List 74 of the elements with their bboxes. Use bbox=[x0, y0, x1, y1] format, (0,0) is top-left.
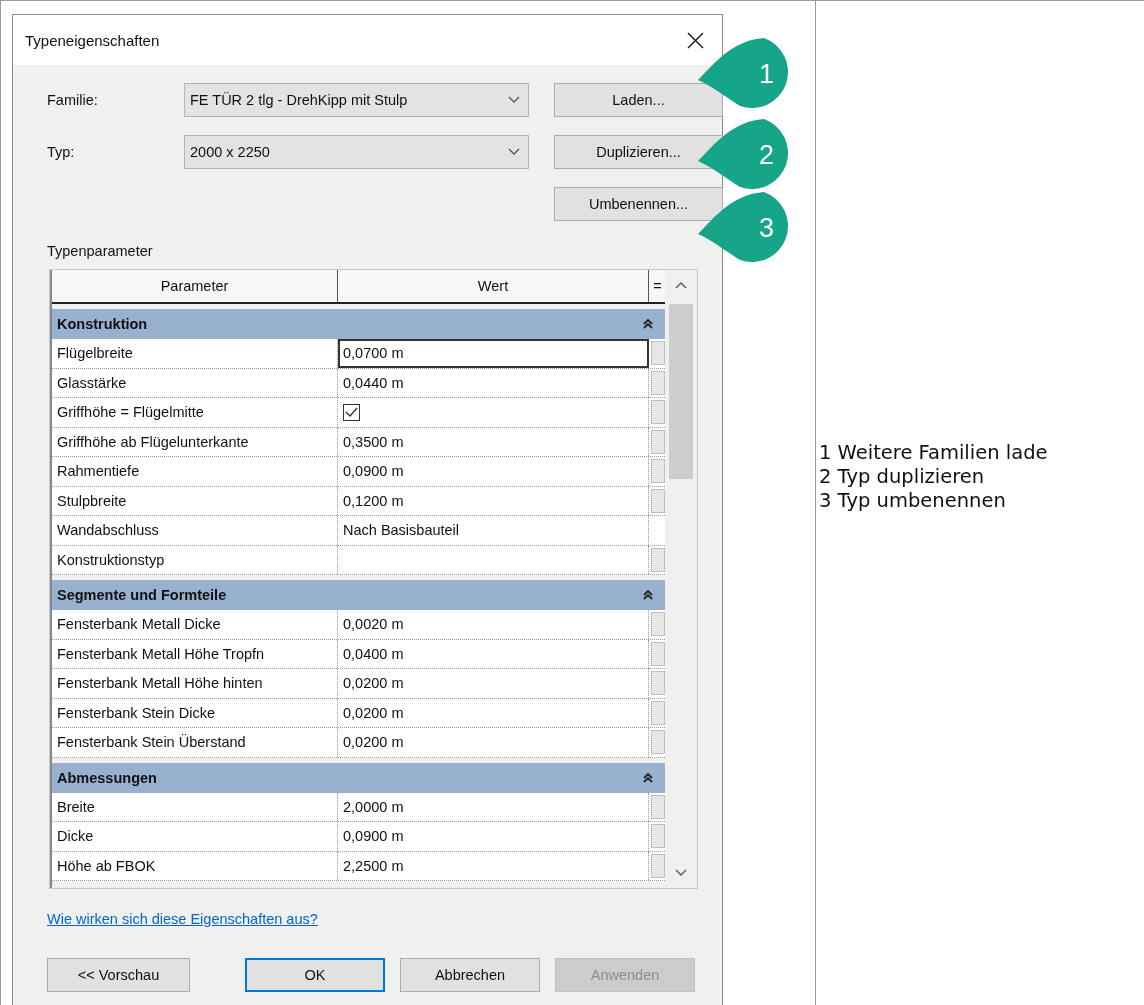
value-cell: 0,0900 m bbox=[338, 822, 649, 851]
value-cell: 2,0000 m bbox=[338, 792, 649, 821]
parameter-cell: Höhe ab FBOK bbox=[52, 851, 338, 880]
parameter-cell: Fensterbank Metall Höhe hinten bbox=[52, 669, 338, 698]
value-cell: 0,0020 m bbox=[338, 610, 649, 639]
column-header[interactable]: Wert bbox=[338, 270, 649, 302]
parameter-cell: Fensterbank Metall Höhe Tropfn bbox=[52, 639, 338, 668]
value-cell: 0,0900 m bbox=[338, 457, 649, 486]
parameter-cell: Fensterbank Stein Dicke bbox=[52, 698, 338, 727]
value-field[interactable]: 0,0700 m bbox=[338, 339, 649, 368]
action-button[interactable]: Laden... bbox=[554, 83, 723, 117]
value-cell: 0,1200 m bbox=[338, 486, 649, 515]
scroll-thumb[interactable] bbox=[669, 304, 693, 479]
field-label: Familie: bbox=[47, 92, 99, 108]
parameter-cell: Dicke bbox=[52, 822, 338, 851]
parameter-link-button[interactable] bbox=[651, 459, 665, 484]
note-text: 3 Typ umbenennen bbox=[819, 489, 1007, 513]
parameter-link-button[interactable] bbox=[651, 824, 665, 849]
parameter-cell: Breite bbox=[52, 792, 338, 821]
group-header[interactable]: Segmente und Formteile bbox=[52, 580, 665, 610]
action-button[interactable]: Umbenennen... bbox=[554, 187, 723, 221]
collapse-icon[interactable] bbox=[643, 771, 653, 784]
parameter-cell: Glasstärke bbox=[52, 368, 338, 397]
window-title: Typeneigenschaften bbox=[25, 31, 160, 49]
parameter-cell: Stulpbreite bbox=[52, 486, 338, 515]
parameter-link-button[interactable] bbox=[651, 429, 665, 454]
parameter-link-button[interactable] bbox=[651, 341, 665, 366]
action-button[interactable]: Duplizieren... bbox=[554, 135, 723, 169]
value-cell: 0,0440 m bbox=[338, 368, 649, 397]
parameter-link-button[interactable] bbox=[651, 671, 665, 696]
dialog-button[interactable]: OK bbox=[245, 958, 385, 992]
value-cell: 0,0200 m bbox=[338, 698, 649, 727]
parameter-link-button[interactable] bbox=[651, 700, 665, 725]
help-link[interactable]: Wie wirken sich diese Eigenschaften aus? bbox=[47, 911, 318, 927]
parameter-cell: Griffhöhe = Flügelmitte bbox=[52, 398, 338, 427]
group-header[interactable]: Konstruktion bbox=[52, 309, 665, 339]
parameter-cell: Fensterbank Metall Dicke bbox=[52, 610, 338, 639]
parameter-link-button[interactable] bbox=[651, 612, 665, 637]
parameter-link-button[interactable] bbox=[651, 400, 665, 425]
parameter-cell: Rahmentiefe bbox=[52, 457, 338, 486]
field-label: Typ: bbox=[47, 144, 76, 160]
parameter-cell: Konstruktionstyp bbox=[52, 545, 338, 574]
parameter-cell: Fensterbank Stein Überstand bbox=[52, 728, 338, 757]
dropdown-field[interactable]: FE TÜR 2 tlg - DrehKipp mit Stulp bbox=[184, 83, 529, 117]
parameter-link-button[interactable] bbox=[651, 641, 665, 666]
parameter-cell: Wandabschluss bbox=[52, 516, 338, 545]
note-text: 2 Typ duplizieren bbox=[819, 465, 986, 489]
close-icon bbox=[686, 31, 704, 49]
parameter-link-button[interactable] bbox=[651, 488, 665, 513]
column-header[interactable]: Parameter bbox=[52, 270, 338, 302]
value-cell: 0,3500 m bbox=[338, 427, 649, 456]
value-cell: 2,2500 m bbox=[338, 851, 649, 880]
parameter-link-button[interactable] bbox=[651, 853, 665, 878]
parameter-link-button[interactable] bbox=[651, 794, 665, 819]
checkbox[interactable] bbox=[343, 403, 360, 421]
dialog-button[interactable]: Abbrechen bbox=[400, 958, 540, 992]
dropdown-field[interactable]: 2000 x 2250 bbox=[184, 135, 529, 169]
parameter-link-button[interactable] bbox=[651, 370, 665, 395]
section-label: Typenparameter bbox=[47, 243, 154, 259]
parameter-link-button[interactable] bbox=[651, 730, 665, 755]
value-cell: 0,0200 m bbox=[338, 669, 649, 698]
collapse-icon[interactable] bbox=[643, 318, 653, 330]
parameter-cell: Griffhöhe ab Flügelunterkante bbox=[52, 427, 338, 456]
value-cell: 0,0200 m bbox=[338, 728, 649, 757]
value-cell: Nach Basisbauteil bbox=[338, 516, 649, 545]
collapse-icon[interactable] bbox=[643, 589, 653, 601]
value-cell: 0,0400 m bbox=[338, 639, 649, 668]
group-title: Abmessungen bbox=[57, 769, 157, 786]
group-title: Segmente und Formteile bbox=[57, 587, 227, 603]
note-text: 1 Weitere Familien lade bbox=[819, 441, 1049, 465]
group-header[interactable]: Abmessungen bbox=[52, 762, 665, 793]
parameter-link-button[interactable] bbox=[651, 547, 665, 572]
dialog-button[interactable]: << Vorschau bbox=[47, 958, 190, 992]
group-title: Konstruktion bbox=[57, 316, 148, 332]
